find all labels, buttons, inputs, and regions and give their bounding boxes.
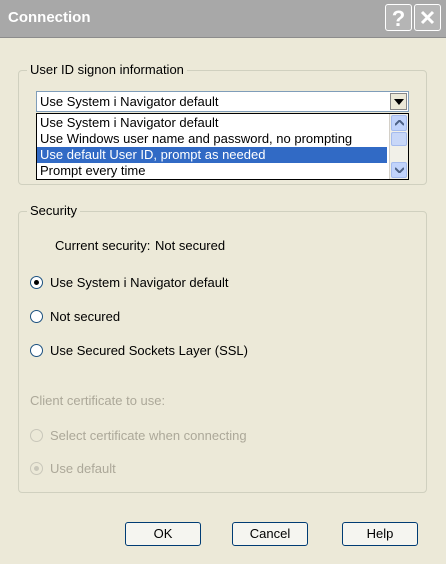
radio-use-default [30, 462, 43, 475]
signon-combo[interactable]: Use System i Navigator default [36, 91, 409, 112]
radio-label-select-cert: Select certificate when connecting [50, 428, 247, 443]
radio-label-use-default: Use default [50, 461, 116, 476]
radio-label-not-secured[interactable]: Not secured [50, 309, 120, 324]
current-security-value: Not secured [155, 238, 226, 253]
radio-system-default[interactable] [30, 276, 43, 289]
dropdown-scrollbar[interactable] [389, 114, 408, 179]
signon-option-highlighted[interactable]: Use default User ID, prompt as needed [37, 147, 387, 163]
help-title-button[interactable]: ? [385, 4, 412, 31]
window-title: Connection [8, 9, 91, 26]
help-button[interactable]: Help [342, 522, 418, 546]
title-bar: Connection ? [0, 0, 446, 38]
close-icon [420, 10, 435, 25]
current-security-label: Current security: [55, 238, 151, 253]
radio-ssl[interactable] [30, 344, 43, 357]
cancel-button[interactable]: Cancel [232, 522, 308, 546]
question-icon: ? [391, 6, 406, 31]
signon-combo-value: Use System i Navigator default [40, 94, 219, 109]
chevron-up-icon [395, 120, 404, 126]
scroll-up-button[interactable] [391, 115, 407, 131]
security-group-label: Security [27, 203, 80, 218]
radio-label-ssl[interactable]: Use Secured Sockets Layer (SSL) [50, 343, 248, 358]
ok-button[interactable]: OK [125, 522, 201, 546]
close-button[interactable] [414, 4, 441, 31]
signon-dropdown-list[interactable]: Use System i Navigator default Use Windo… [36, 113, 409, 180]
signon-group-label: User ID signon information [27, 62, 187, 77]
chevron-down-icon [395, 167, 404, 173]
scroll-down-button[interactable] [391, 162, 407, 178]
radio-label-system-default[interactable]: Use System i Navigator default [50, 275, 228, 290]
client-cert-label: Client certificate to use: [30, 393, 166, 408]
radio-not-secured[interactable] [30, 310, 43, 323]
scroll-thumb[interactable] [391, 132, 407, 146]
signon-option[interactable]: Prompt every time [37, 163, 387, 179]
chevron-down-icon[interactable] [390, 93, 407, 110]
signon-option[interactable]: Use System i Navigator default [37, 115, 387, 131]
signon-option[interactable]: Use Windows user name and password, no p… [37, 131, 387, 147]
radio-select-cert [30, 429, 43, 442]
